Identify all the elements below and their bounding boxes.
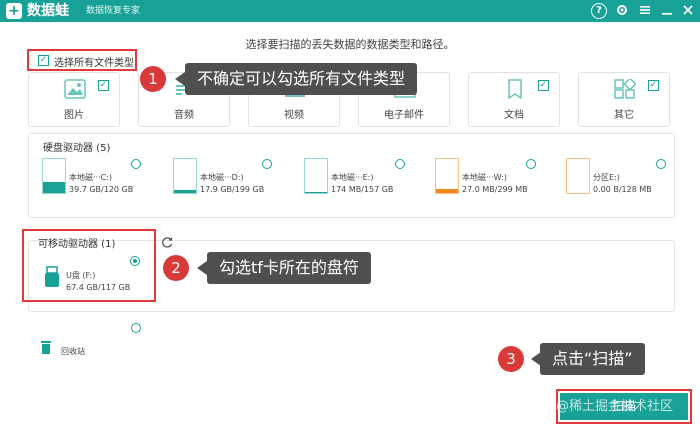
file-type-video-label: 视频: [284, 110, 304, 121]
usb-drive-icon: [42, 266, 62, 288]
callout-3-text: 点击“扫描”: [540, 343, 645, 375]
drive-c-name: 本地磁···C:): [69, 173, 113, 182]
app-logo-icon: +: [6, 3, 22, 19]
watermark: @稀土掘金技术社区: [556, 399, 674, 414]
recycle-bin-radio[interactable]: [131, 323, 141, 333]
trash-icon: [40, 339, 52, 354]
drive-icon: [566, 158, 590, 194]
callout-1-pointer: [175, 72, 185, 86]
usb-drive-size: 67.4 GB/117 GB: [66, 283, 131, 292]
drive-icon: [42, 158, 66, 194]
drive-partition-name: 分区E:): [593, 173, 620, 182]
usb-drive-radio[interactable]: [130, 256, 140, 266]
drive-w-radio[interactable]: [526, 159, 536, 169]
other-icon: [614, 79, 636, 99]
file-type-document-label: 文档: [504, 110, 524, 121]
file-type-other-checkbox[interactable]: ✓: [648, 80, 659, 91]
file-type-image-label: 图片: [64, 110, 84, 121]
drive-partition-radio[interactable]: [656, 159, 666, 169]
file-type-document-checkbox[interactable]: ✓: [538, 80, 549, 91]
drive-e-radio[interactable]: [395, 159, 405, 169]
minimize-icon[interactable]: [659, 3, 675, 19]
drive-w-name: 本地磁···W:): [462, 173, 507, 182]
drive-icon: [304, 158, 328, 194]
app-subtitle: 数据恢复专家: [86, 6, 141, 16]
file-type-other[interactable]: ✓ 其它: [578, 72, 670, 127]
refresh-icon[interactable]: [160, 234, 174, 248]
drive-e-name: 本地磁···E:): [331, 173, 374, 182]
file-type-other-label: 其它: [614, 110, 634, 121]
recycle-bin-label[interactable]: 回收站: [61, 346, 85, 357]
drive-icon: [173, 158, 197, 194]
file-type-email-label: 电子邮件: [384, 110, 424, 121]
drive-d-radio[interactable]: [262, 159, 272, 169]
file-type-audio-label: 音频: [174, 110, 194, 121]
callout-2-pointer: [197, 261, 207, 275]
drive-e-size: 174 MB/157 GB: [331, 185, 394, 194]
menu-icon[interactable]: [637, 3, 653, 19]
file-type-image-checkbox[interactable]: ✓: [98, 80, 109, 91]
removable-title: 可移动驱动器 (1): [38, 239, 116, 250]
app-name: 数据蛙: [27, 3, 69, 19]
settings-icon[interactable]: [614, 3, 630, 19]
callout-1-text: 不确定可以勾选所有文件类型: [185, 63, 418, 95]
callout-2-text: 勾选tf卡所在的盘符: [207, 252, 371, 284]
drive-c-size: 39.7 GB/120 GB: [69, 185, 134, 194]
drive-icon: [435, 158, 459, 194]
drive-d-name: 本地磁···D:): [200, 173, 244, 182]
callout-2-number: 2: [163, 255, 189, 281]
callout-1-number: 1: [140, 66, 166, 92]
usb-drive-name[interactable]: U盘 (F:): [66, 270, 95, 281]
drive-c-radio[interactable]: [131, 159, 141, 169]
help-icon[interactable]: ?: [591, 3, 607, 19]
file-type-image[interactable]: ✓ 图片: [28, 72, 120, 127]
drive-w-size: 27.0 MB/299 MB: [462, 185, 528, 194]
file-type-document[interactable]: ✓ 文档: [468, 72, 560, 127]
image-icon: [64, 79, 86, 99]
drive-partition-size: 0.00 B/128 MB: [593, 185, 652, 194]
callout-3-number: 3: [498, 346, 524, 372]
drive-d-size: 17.9 GB/199 GB: [200, 185, 265, 194]
hard-disk-title: 硬盘驱动器 (5): [43, 143, 111, 154]
select-all-checkbox[interactable]: ✓: [38, 55, 49, 66]
select-all-label[interactable]: 选择所有文件类型: [54, 54, 134, 69]
document-icon: [508, 79, 522, 99]
close-icon[interactable]: [680, 3, 696, 19]
